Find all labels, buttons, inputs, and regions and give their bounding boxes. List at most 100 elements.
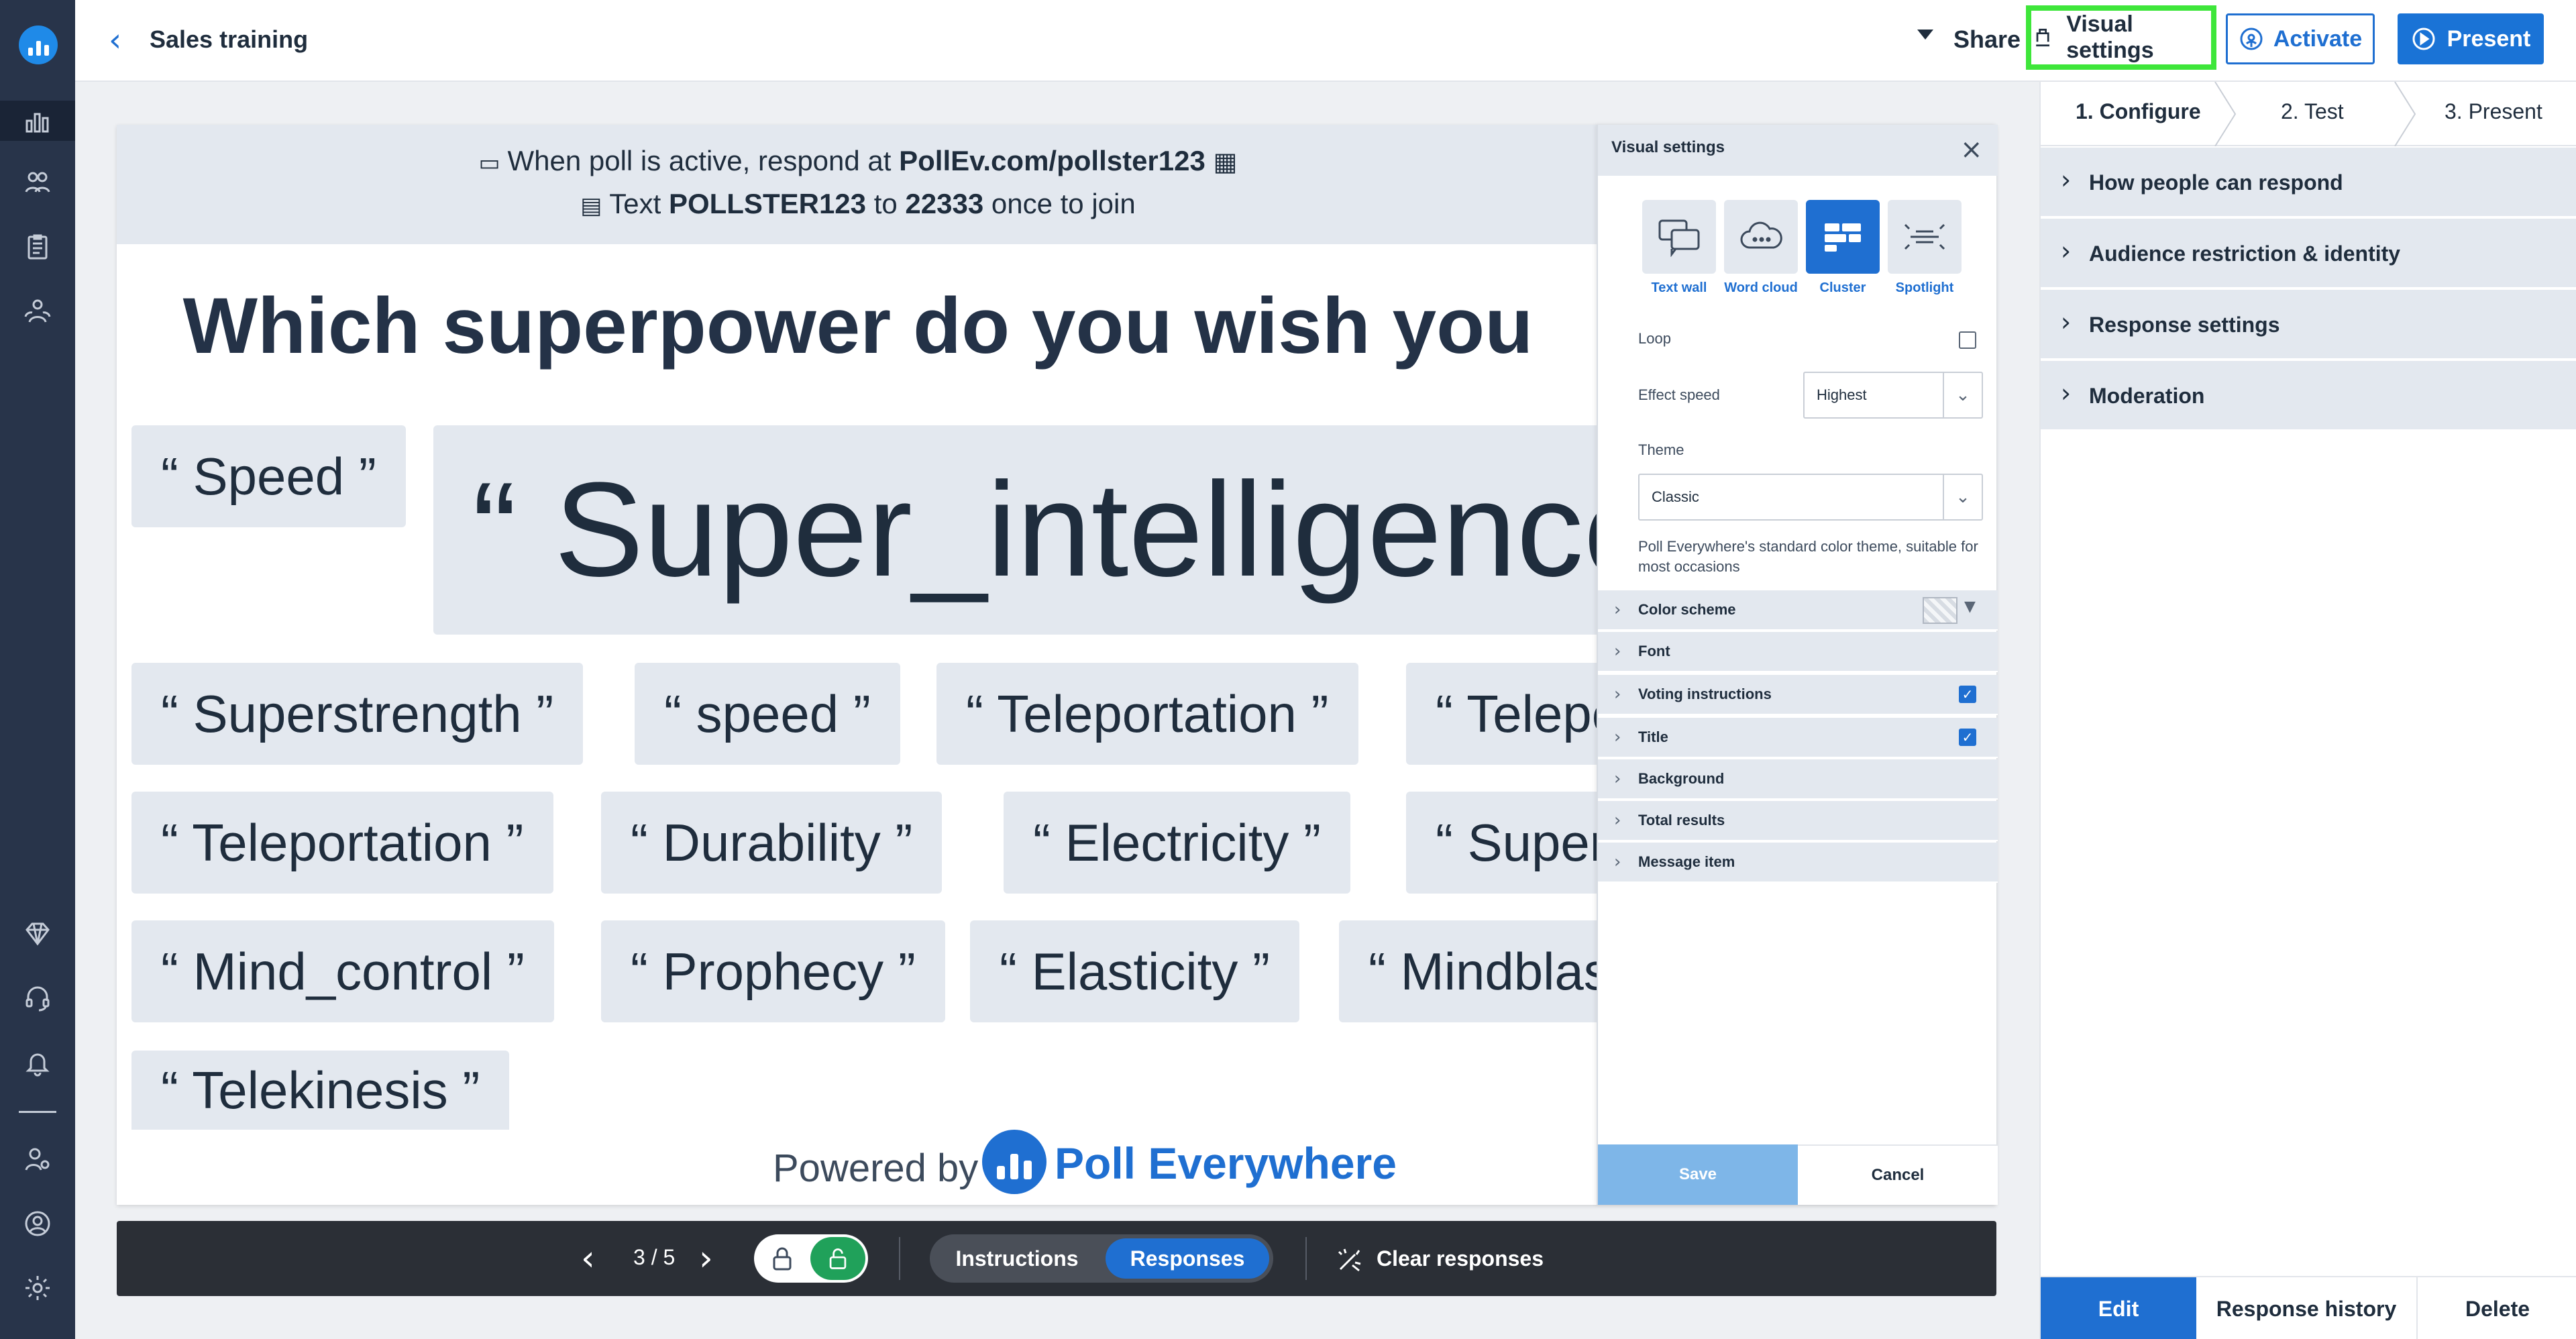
account-avatar-icon[interactable] (21, 1208, 54, 1240)
voting-instructions-label: Voting instructions (1638, 686, 1772, 702)
response-history-button[interactable]: Response history (2196, 1277, 2418, 1339)
cancel-button[interactable]: Cancel (1798, 1144, 1998, 1205)
visual-settings-panel: Visual settings × Text wall Word cloud C… (1597, 125, 1998, 1205)
response-chip: “ Teleportation ” (936, 663, 1358, 765)
view-toggle: Instructions Responses (930, 1234, 1273, 1283)
lock-icon[interactable] (767, 1244, 797, 1273)
present-button[interactable]: Present (2398, 13, 2544, 64)
effect-speed-label: Effect speed (1638, 386, 1720, 403)
theme-label: Theme (1638, 441, 1684, 458)
previous-chevron-icon[interactable]: ‹ (581, 1238, 595, 1279)
section-label: How people can respond (2089, 170, 2343, 195)
visual-settings-button[interactable]: Visual settings (2026, 5, 2216, 70)
step-separator (2394, 82, 2416, 146)
visual-settings-label: Visual settings (2066, 11, 2154, 63)
support-headset-icon[interactable] (21, 982, 54, 1014)
activate-button[interactable]: Activate (2226, 13, 2375, 64)
reports-icon[interactable] (21, 231, 54, 263)
poll-question-title: Which superpower do you wish you (182, 282, 1534, 370)
notifications-bell-icon[interactable] (21, 1047, 54, 1079)
response-chip: “ speed ” (635, 663, 900, 765)
chevron-right-icon: › (1614, 769, 1621, 789)
chevron-right-icon: › (2061, 307, 2072, 337)
cluster-option[interactable] (1806, 200, 1880, 274)
lock-toggle[interactable] (754, 1234, 868, 1283)
color-scheme-section[interactable]: › Color scheme ▼ (1598, 590, 1998, 631)
next-chevron-icon[interactable]: › (699, 1238, 713, 1279)
voting-instructions-checkbox[interactable]: ✓ (1959, 686, 1976, 703)
effect-speed-value: Highest (1817, 386, 1867, 403)
visual-settings-title: Visual settings (1611, 138, 1725, 156)
groups-icon[interactable] (21, 295, 54, 327)
broadcast-icon (2240, 28, 2263, 50)
title-checkbox[interactable]: ✓ (1959, 729, 1976, 746)
instructions-sms-prefix: Text (609, 188, 669, 219)
tab-present[interactable]: 3. Present (2445, 99, 2542, 124)
toolbar-divider (899, 1237, 900, 1280)
chevron-right-icon: › (2061, 165, 2072, 195)
share-dropdown-icon[interactable] (1917, 30, 1933, 40)
caret-down-icon[interactable]: ▼ (1964, 598, 1976, 615)
upgrade-diamond-icon[interactable] (21, 918, 54, 950)
edit-button[interactable]: Edit (2041, 1277, 2196, 1339)
delete-button[interactable]: Delete (2418, 1277, 2576, 1339)
how-people-can-respond-section[interactable]: › How people can respond (2041, 148, 2576, 217)
instructions-web-prefix: When poll is active, respond at (507, 145, 900, 176)
message-item-section[interactable]: › Message item (1598, 843, 1998, 883)
background-section[interactable]: › Background (1598, 759, 1998, 800)
total-results-section[interactable]: › Total results (1598, 801, 1998, 841)
section-label: Response settings (2089, 313, 2280, 337)
color-swatch[interactable] (1923, 597, 1957, 624)
instructions-sms-suffix: once to join (983, 188, 1136, 219)
section-label: Audience restriction & identity (2089, 242, 2401, 266)
participants-icon[interactable] (21, 166, 54, 199)
share-button[interactable]: Share (1953, 25, 2021, 54)
voting-instructions-section[interactable]: › Voting instructions ✓ (1598, 675, 1998, 715)
clear-responses-icon[interactable] (1335, 1245, 1364, 1275)
tab-test[interactable]: 2. Test (2281, 99, 2344, 124)
response-chip: “ Teleportation ” (131, 792, 553, 894)
response-chip: “ Mindblas (1339, 920, 1640, 1022)
response-chip: “ Electricity ” (1004, 792, 1350, 894)
response-chip: “ Telekinesis ” (131, 1051, 510, 1130)
back-chevron-icon[interactable]: ‹ (109, 24, 121, 56)
tab-responses[interactable]: Responses (1106, 1238, 1269, 1279)
user-admin-icon[interactable] (21, 1143, 54, 1175)
loop-checkbox[interactable] (1959, 331, 1976, 349)
effect-speed-select[interactable]: Highest ⌄ (1803, 372, 1983, 419)
response-chip: “ Durability ” (601, 792, 943, 894)
cluster-label: Cluster (1819, 280, 1866, 295)
page-counter: 3 / 5 (633, 1245, 676, 1269)
polleverywhere-logo-icon[interactable] (19, 25, 58, 64)
response-chip: “ Speed ” (131, 425, 406, 527)
font-section[interactable]: › Font (1598, 632, 1998, 672)
loop-label: Loop (1638, 330, 1671, 347)
word-cloud-option[interactable] (1724, 200, 1798, 274)
response-settings-section[interactable]: › Response settings (2041, 290, 2576, 360)
text-wall-label: Text wall (1651, 280, 1707, 295)
spotlight-option[interactable] (1888, 200, 1962, 274)
moderation-section[interactable]: › Moderation (2041, 361, 2576, 431)
spotlight-label: Spotlight (1895, 280, 1954, 295)
settings-gear-icon[interactable] (21, 1272, 54, 1304)
title-section[interactable]: › Title ✓ (1598, 718, 1998, 758)
font-label: Font (1638, 643, 1670, 659)
sms-icon: ▤ (580, 193, 610, 219)
chevron-right-icon: › (2061, 236, 2072, 266)
tab-instructions[interactable]: Instructions (943, 1234, 1091, 1283)
unlocked-state[interactable] (810, 1237, 865, 1280)
instructions-sms-line: ▤ Text POLLSTER123 to 22333 once to join (117, 188, 1599, 220)
step-separator (2214, 82, 2237, 146)
unlock-icon (829, 1248, 847, 1269)
close-icon[interactable]: × (1960, 134, 1983, 165)
rail-divider (19, 1111, 56, 1113)
audience-restriction-section[interactable]: › Audience restriction & identity (2041, 219, 2576, 288)
theme-select[interactable]: Classic ⌄ (1638, 474, 1983, 521)
text-wall-option[interactable] (1642, 200, 1716, 274)
tab-configure[interactable]: 1. Configure (2076, 99, 2201, 124)
message-item-label: Message item (1638, 853, 1735, 870)
save-button[interactable]: Save (1598, 1144, 1798, 1205)
chevron-right-icon: › (1614, 684, 1621, 704)
activities-icon[interactable] (21, 105, 54, 137)
clear-responses-button[interactable]: Clear responses (1377, 1246, 1544, 1271)
